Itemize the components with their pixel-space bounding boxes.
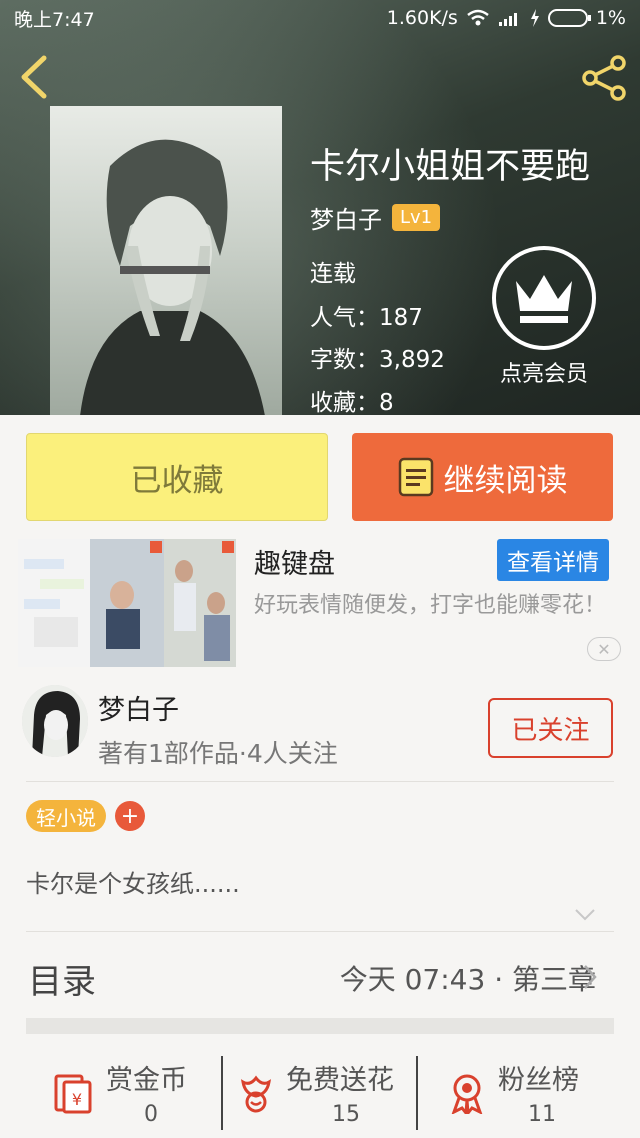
- battery-level: 1%: [595, 7, 626, 29]
- crown-icon: [516, 275, 572, 323]
- chevron-down-icon[interactable]: [574, 904, 596, 926]
- collected-label: 已收藏: [130, 462, 224, 499]
- ad-title[interactable]: 趣键盘: [254, 542, 335, 581]
- divider: [26, 931, 614, 932]
- word-count: 字数：3,892: [310, 347, 445, 373]
- level-badge: Lv1: [392, 204, 441, 231]
- continue-reading-label: 继续阅读: [443, 462, 568, 499]
- charging-icon: [530, 9, 539, 27]
- book-header: 晚上7:47 1.60K/s 1% 卡尔小姐姐不要跑 梦白子 Lv1 连载 人气…: [0, 0, 640, 415]
- svg-text:¥: ¥: [72, 1090, 82, 1109]
- divider: [26, 781, 614, 782]
- cover-illustration: [80, 139, 265, 415]
- tag-light-novel[interactable]: 轻小说: [26, 800, 106, 832]
- section-separator: [26, 1018, 614, 1034]
- bottom-bar: ¥ 赏金币 0 免费送花 15 粉丝榜 11: [0, 1054, 640, 1138]
- close-icon[interactable]: ✕: [587, 637, 621, 661]
- toc-label[interactable]: 目录: [28, 954, 96, 1003]
- book-icon: [398, 457, 433, 497]
- ad-description: 好玩表情随便发，打字也能赚零花！: [254, 593, 607, 618]
- back-arrow-icon[interactable]: [14, 54, 56, 100]
- latest-chapter[interactable]: 今天 07:43 · 第三章: [340, 958, 596, 998]
- book-summary: 卡尔是个女孩纸......: [26, 870, 240, 898]
- ad-detail-button[interactable]: 查看详情: [497, 539, 609, 581]
- author-stats: 著有1部作品·4人关注: [98, 739, 338, 768]
- chevron-right-icon[interactable]: [582, 964, 598, 990]
- flower-icon: [240, 1075, 272, 1113]
- medal-icon: [451, 1074, 483, 1114]
- ad-image[interactable]: [18, 539, 236, 667]
- fan-ranking-button[interactable]: 粉丝榜 11: [418, 1054, 640, 1138]
- collected-button[interactable]: 已收藏: [26, 433, 328, 521]
- status-time: 晚上7:47: [14, 8, 95, 31]
- status-bar: 晚上7:47 1.60K/s 1%: [0, 0, 640, 36]
- battery-icon: [547, 9, 591, 27]
- vip-button[interactable]: 点亮会员: [488, 246, 600, 388]
- red-envelope-icon: ¥: [54, 1074, 92, 1114]
- book-title: 卡尔小姐姐不要跑: [310, 147, 591, 187]
- add-tag-button[interactable]: +: [115, 801, 145, 831]
- reward-coins-button[interactable]: ¥ 赏金币 0: [0, 1054, 222, 1138]
- author-name[interactable]: 梦白子: [98, 688, 179, 727]
- book-author[interactable]: 梦白子: [310, 200, 382, 235]
- follow-button[interactable]: 已关注: [488, 698, 613, 758]
- book-cover[interactable]: [50, 106, 282, 415]
- serial-status: 连载: [310, 261, 356, 287]
- send-flower-button[interactable]: 免费送花 15: [223, 1054, 417, 1138]
- signal-icon: [498, 13, 517, 26]
- continue-reading-button[interactable]: 继续阅读: [352, 433, 613, 521]
- author-line: 梦白子 Lv1: [310, 200, 441, 235]
- wifi-icon: [467, 9, 489, 26]
- vip-label: 点亮会员: [499, 362, 588, 387]
- favorites-count: 收藏：8: [310, 390, 394, 415]
- popularity-count: 人气：187: [310, 305, 423, 331]
- author-avatar[interactable]: [22, 685, 88, 757]
- network-speed: 1.60K/s: [386, 7, 458, 29]
- share-icon[interactable]: [580, 54, 628, 102]
